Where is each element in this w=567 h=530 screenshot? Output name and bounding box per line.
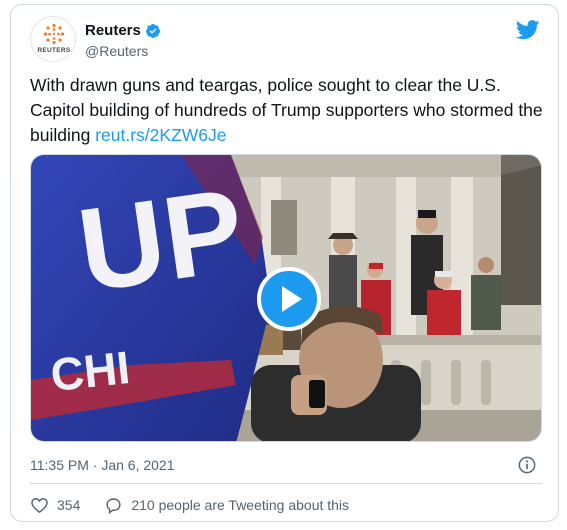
speech-bubble-icon xyxy=(106,497,121,514)
conversation-action[interactable]: 210 people are Tweeting about this xyxy=(104,496,349,515)
like-count: 354 xyxy=(57,497,81,513)
tweet-meta: 11:35 PM · Jan 6, 2021 xyxy=(30,456,542,477)
divider xyxy=(30,483,542,484)
reuters-logo xyxy=(43,23,65,45)
avatar-logo-text: REUTERS xyxy=(37,47,71,54)
tweet-header: REUTERS Reuters @Reuters xyxy=(30,16,540,64)
like-action[interactable]: 354 xyxy=(30,496,80,515)
flag-lower-text: CHI xyxy=(48,341,132,401)
author-avatar[interactable]: REUTERS xyxy=(30,16,76,62)
tweet-text: With drawn guns and teargas, police soug… xyxy=(30,73,545,148)
twitter-bird-icon[interactable] xyxy=(516,20,540,40)
play-button[interactable] xyxy=(257,267,321,331)
heart-icon xyxy=(31,497,48,513)
author-handle[interactable]: @Reuters xyxy=(85,43,148,59)
tweet-card: REUTERS Reuters @Reuters With drawn guns… xyxy=(10,4,559,522)
tweet-actions: 354 210 people are Tweeting about this xyxy=(30,494,373,516)
tweet-video[interactable]: UP CHI xyxy=(30,154,542,442)
author-display-name[interactable]: Reuters xyxy=(85,22,141,39)
verified-badge-icon xyxy=(145,23,160,38)
info-icon[interactable] xyxy=(518,456,536,474)
play-icon xyxy=(282,286,302,312)
conversation-text: 210 people are Tweeting about this xyxy=(131,497,350,513)
name-row: Reuters xyxy=(85,22,161,39)
tweet-timestamp[interactable]: 11:35 PM · Jan 6, 2021 xyxy=(30,457,175,473)
flag-letters: UP xyxy=(71,164,252,318)
tweet-link[interactable]: reut.rs/2KZW6Je xyxy=(95,125,226,145)
